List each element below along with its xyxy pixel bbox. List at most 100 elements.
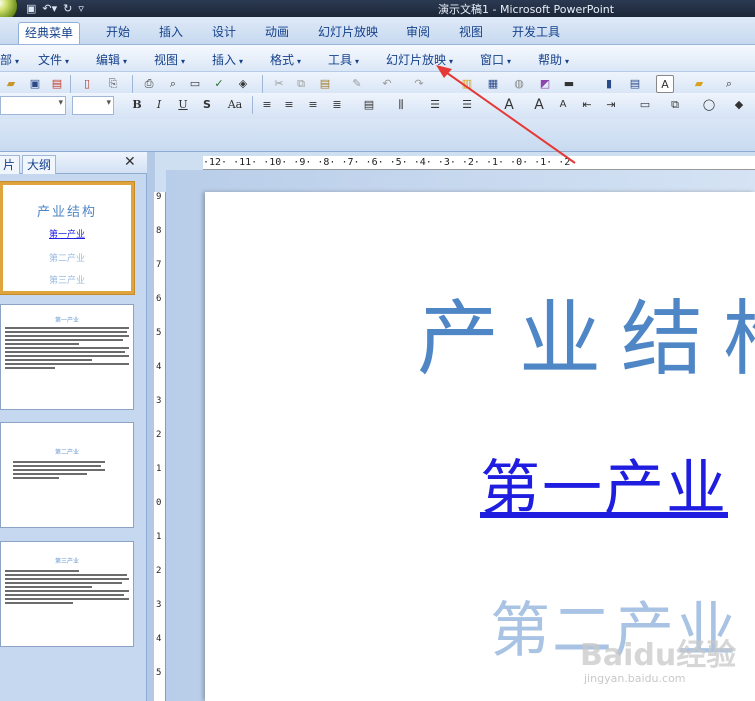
menu-tools[interactable]: 工具 ▾ xyxy=(328,51,359,68)
print-icon[interactable]: ⎙ xyxy=(140,75,158,93)
thumb-title: 第二产业 xyxy=(54,449,79,456)
globe-icon[interactable]: ◍ xyxy=(510,75,528,93)
chevron-down-icon: ▾ xyxy=(65,57,70,66)
font-size-combo[interactable]: ▾ xyxy=(72,96,114,115)
shadow-button[interactable]: S xyxy=(198,96,216,114)
italic-button[interactable]: I xyxy=(150,96,168,114)
shapes-icon[interactable]: ▭ xyxy=(636,96,654,114)
menu-help[interactable]: 帮助 ▾ xyxy=(538,51,569,68)
save-icon[interactable]: ▣ xyxy=(26,75,44,93)
open-folder-icon[interactable]: ▰ xyxy=(2,75,20,93)
columns-icon[interactable]: ⫼ xyxy=(392,96,410,114)
undo-icon[interactable]: ↶ xyxy=(378,75,396,93)
horizontal-ruler: ·12· ·11· ·10· ·9· ·8· ·7· ·6· ·5· ·4· ·… xyxy=(203,156,755,170)
align-center-icon[interactable]: ≡ xyxy=(280,96,298,114)
color-grayscale-icon[interactable]: ▬ xyxy=(560,75,578,93)
close-icon[interactable]: ✕ xyxy=(124,154,136,170)
attach-icon[interactable]: ⎘ xyxy=(104,75,122,93)
new-slide-icon[interactable]: ▮ xyxy=(600,75,618,93)
menu-window[interactable]: 窗口 ▾ xyxy=(480,51,511,68)
undo-icon[interactable]: ↶▾ xyxy=(42,2,57,15)
layout-icon[interactable]: ▤ xyxy=(626,75,644,93)
print-preview-icon[interactable]: ⌕ xyxy=(164,75,182,93)
paste-icon[interactable]: ▤ xyxy=(316,75,334,93)
justify-icon[interactable]: ≣ xyxy=(328,96,346,114)
menu-view-label: 视图 xyxy=(154,53,179,67)
tab-slides[interactable]: 片 xyxy=(0,155,21,174)
tab-slideshow[interactable]: 幻灯片放映 xyxy=(312,22,384,44)
menu-edit[interactable]: 编辑 ▾ xyxy=(96,51,127,68)
increase-indent-icon[interactable]: ⇥ xyxy=(602,96,620,114)
tab-insert[interactable]: 插入 xyxy=(153,22,189,44)
align-left-icon[interactable]: ≡ xyxy=(258,96,276,114)
text-direction-icon[interactable]: ▤ xyxy=(360,96,378,114)
tab-design[interactable]: 设计 xyxy=(206,22,242,44)
fill-color-icon[interactable]: ◆ xyxy=(730,96,748,114)
customize-qat-icon[interactable]: ▿ xyxy=(78,2,84,15)
bullets-icon[interactable]: ☰ xyxy=(458,96,476,114)
menu-insert-label: 插入 xyxy=(212,53,237,67)
menu-file[interactable]: 文件 ▾ xyxy=(38,51,69,68)
redo-icon[interactable]: ↷ xyxy=(410,75,428,93)
slide-thumbnail-4[interactable]: 第三产业 xyxy=(0,541,134,647)
slide-thumbnail-3[interactable]: 第二产业 xyxy=(0,422,134,528)
change-case-button[interactable]: Aa xyxy=(222,96,248,114)
permission-icon[interactable]: ▤ xyxy=(48,75,66,93)
tab-view[interactable]: 视图 xyxy=(453,22,489,44)
chart-icon[interactable]: ▥ xyxy=(458,75,476,93)
slide-title[interactable]: 产业结构 xyxy=(417,272,755,391)
menu-partial[interactable]: 部 ▾ xyxy=(0,51,19,68)
slide-thumbnail-1[interactable]: 产业结构 第一产业 第二产业 第三产业 xyxy=(0,182,134,294)
slide-thumbnail-2[interactable]: 第一产业 xyxy=(0,304,134,410)
color-scheme-icon[interactable]: ◩ xyxy=(536,75,554,93)
tab-classic-menu[interactable]: 经典菜单 xyxy=(18,22,81,44)
font-color-icon[interactable]: A xyxy=(500,96,518,114)
align-right-icon[interactable]: ≡ xyxy=(304,96,322,114)
zoom-icon[interactable]: ⌕ xyxy=(720,75,738,93)
tab-home[interactable]: 开始 xyxy=(100,22,136,44)
tab-animation[interactable]: 动画 xyxy=(259,22,295,44)
table-icon[interactable]: ▦ xyxy=(484,75,502,93)
formatting-toolbar: ▾ ▾ B I U S Aa ≡ ≡ ≡ ≣ ▤ ⫼ ☰ ☰ A A A ⇤ ⇥… xyxy=(0,93,755,119)
slide-canvas[interactable]: 产业结构 第一产业 第二产业 xyxy=(205,192,755,701)
chevron-down-icon: ▾ xyxy=(239,57,244,66)
research-icon[interactable]: ◈ xyxy=(234,75,252,93)
quick-styles-icon[interactable]: ◯ xyxy=(700,96,718,114)
menu-slideshow[interactable]: 幻灯片放映 ▾ xyxy=(386,51,453,68)
menu-view[interactable]: 视图 ▾ xyxy=(154,51,185,68)
shrink-font-icon[interactable]: A xyxy=(554,96,572,114)
font-name-combo[interactable]: ▾ xyxy=(0,96,66,115)
tab-review[interactable]: 审阅 xyxy=(400,22,436,44)
ruler-tick: 1 xyxy=(156,464,162,474)
folder-icon[interactable]: ▰ xyxy=(690,75,708,93)
format-painter-icon[interactable]: ✎ xyxy=(348,75,366,93)
separator xyxy=(252,96,253,114)
slide-link-primary[interactable]: 第一产业 xyxy=(480,440,728,527)
export-pdf-icon[interactable]: ▯ xyxy=(78,75,96,93)
ruler-tick: 2 xyxy=(156,430,162,440)
numbering-icon[interactable]: ☰ xyxy=(426,96,444,114)
tab-outline[interactable]: 大纲 xyxy=(22,155,57,174)
copy-icon[interactable]: ⧉ xyxy=(292,75,310,93)
redo-icon[interactable]: ↻ xyxy=(63,2,72,15)
save-icon[interactable]: ▣ xyxy=(26,2,36,15)
arrange-icon[interactable]: ⧉ xyxy=(666,96,684,114)
underline-button[interactable]: U xyxy=(174,96,192,114)
watermark-url: jingyan.baidu.com xyxy=(584,672,686,685)
text-box-icon[interactable]: A xyxy=(656,75,674,93)
decrease-indent-icon[interactable]: ⇤ xyxy=(578,96,596,114)
menu-slideshow-label: 幻灯片放映 xyxy=(386,53,447,67)
tab-developer[interactable]: 开发工具 xyxy=(506,22,566,44)
cut-icon[interactable]: ✂ xyxy=(270,75,288,93)
slide-icon[interactable]: ▭ xyxy=(186,75,204,93)
quick-access-toolbar: ▣ ↶▾ ↻ ▿ xyxy=(22,0,84,17)
grow-font-icon[interactable]: A xyxy=(530,96,548,114)
thumb-title: 第三产业 xyxy=(54,558,79,565)
ribbon-bottom xyxy=(0,119,755,152)
menu-format[interactable]: 格式 ▾ xyxy=(270,51,301,68)
bold-button[interactable]: B xyxy=(128,96,146,114)
chevron-down-icon: ▾ xyxy=(449,57,454,66)
spelling-icon[interactable]: ✓ xyxy=(210,75,228,93)
menu-insert[interactable]: 插入 ▾ xyxy=(212,51,243,68)
chevron-down-icon: ▾ xyxy=(355,57,360,66)
